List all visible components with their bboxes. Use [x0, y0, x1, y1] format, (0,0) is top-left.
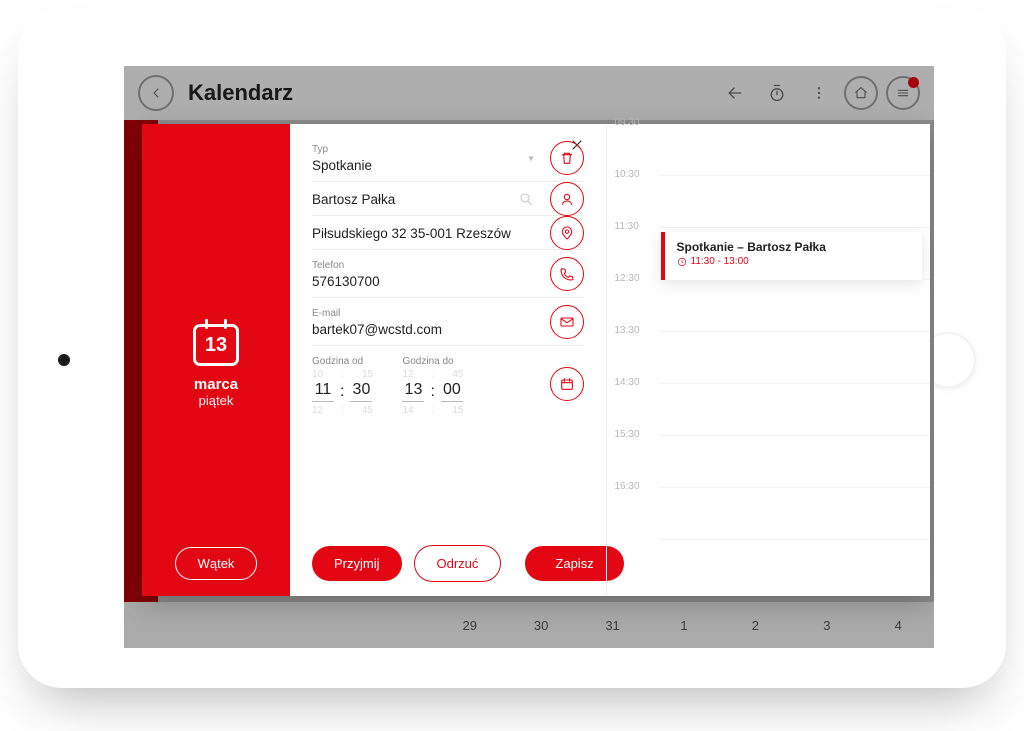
- event-modal: 13 marca piątek Wątek Typ Spotkanie ▾: [142, 124, 930, 596]
- form-actions crescita: Przyjmij Odrzuć Zapisz: [312, 545, 584, 582]
- user-icon[interactable]: [550, 182, 584, 216]
- phone-icon[interactable]: [550, 257, 584, 291]
- time-label: 16:30: [615, 481, 640, 492]
- search-icon[interactable]: [518, 191, 534, 207]
- calendar-day-icon: 13: [193, 324, 239, 366]
- mail-icon[interactable]: [550, 305, 584, 339]
- chevron-down-icon: ▾: [528, 153, 533, 164]
- tablet-frame: Kalendarz 29 30 31 1 2: [18, 10, 1006, 688]
- date-month: marca: [194, 376, 238, 393]
- email-value: bartek07@wcstd.com: [312, 322, 540, 337]
- reject-button[interactable]: Odrzuć: [414, 545, 502, 582]
- from-hour[interactable]: 11: [312, 381, 334, 402]
- email-field[interactable]: E-mail bartek07@wcstd.com: [312, 298, 584, 346]
- to-hour[interactable]: 13: [402, 381, 424, 402]
- accept-button[interactable]: Przyjmij: [312, 546, 402, 581]
- phone-field[interactable]: Telefon 576130700: [312, 250, 584, 298]
- clock-icon: [677, 257, 687, 267]
- time-to-label: Godzina do: [402, 356, 462, 367]
- time-label: 09:30: [615, 117, 640, 128]
- address-value: Piłsudskiego 32 35-001 Rzeszów: [312, 226, 540, 241]
- date-day: 13: [205, 334, 227, 357]
- calendar-event[interactable]: Spotkanie – Bartosz Pałka 11:30 - 13:00: [661, 232, 923, 280]
- app-screen: Kalendarz 29 30 31 1 2: [124, 66, 934, 648]
- event-form: Typ Spotkanie ▾ Bartosz Pałka: [290, 124, 606, 596]
- person-field[interactable]: Bartosz Pałka: [312, 182, 584, 216]
- trash-icon[interactable]: [550, 141, 584, 175]
- time-label: 13:30: [615, 325, 640, 336]
- time-from[interactable]: Godzina od 10:15 11 : 30 12:45: [312, 356, 372, 412]
- person-value: Bartosz Pałka: [312, 192, 540, 207]
- type-label: Typ: [312, 144, 540, 155]
- time-to[interactable]: Godzina do 12:45 13 : 00 14:15: [402, 356, 462, 412]
- modal-sidebar: 13 marca piątek Wątek: [142, 124, 290, 596]
- phone-label: Telefon: [312, 260, 540, 271]
- event-time: 11:30 - 13:00: [677, 256, 911, 267]
- thread-button[interactable]: Wątek: [175, 547, 258, 580]
- phone-value: 576130700: [312, 274, 540, 289]
- event-title: Spotkanie – Bartosz Pałka: [677, 240, 911, 254]
- date-weekday: piątek: [199, 393, 234, 408]
- date-badge: 13 marca piątek: [142, 324, 290, 408]
- type-value: Spotkanie: [312, 158, 540, 173]
- address-field[interactable]: Piłsudskiego 32 35-001 Rzeszów: [312, 216, 584, 250]
- time-label: 15:30: [615, 429, 640, 440]
- time-label: 12:30: [615, 273, 640, 284]
- type-field[interactable]: Typ Spotkanie ▾: [312, 134, 584, 182]
- time-label: 10:30: [615, 169, 640, 180]
- pin-icon[interactable]: [550, 216, 584, 250]
- calendar-icon[interactable]: [550, 367, 584, 401]
- time-row: Godzina od 10:15 11 : 30 12:45 God: [312, 346, 584, 412]
- to-minute[interactable]: 00: [441, 381, 463, 402]
- day-timeline: 09:30 10:30 11:30 12:30 13:30 14:30 15:3…: [606, 124, 931, 596]
- email-label: E-mail: [312, 308, 540, 319]
- from-minute[interactable]: 30: [350, 381, 372, 402]
- time-label: 11:30: [615, 221, 639, 232]
- time-from-label: Godzina od: [312, 356, 372, 367]
- camera-dot: [58, 354, 70, 366]
- time-label: 14:30: [615, 377, 640, 388]
